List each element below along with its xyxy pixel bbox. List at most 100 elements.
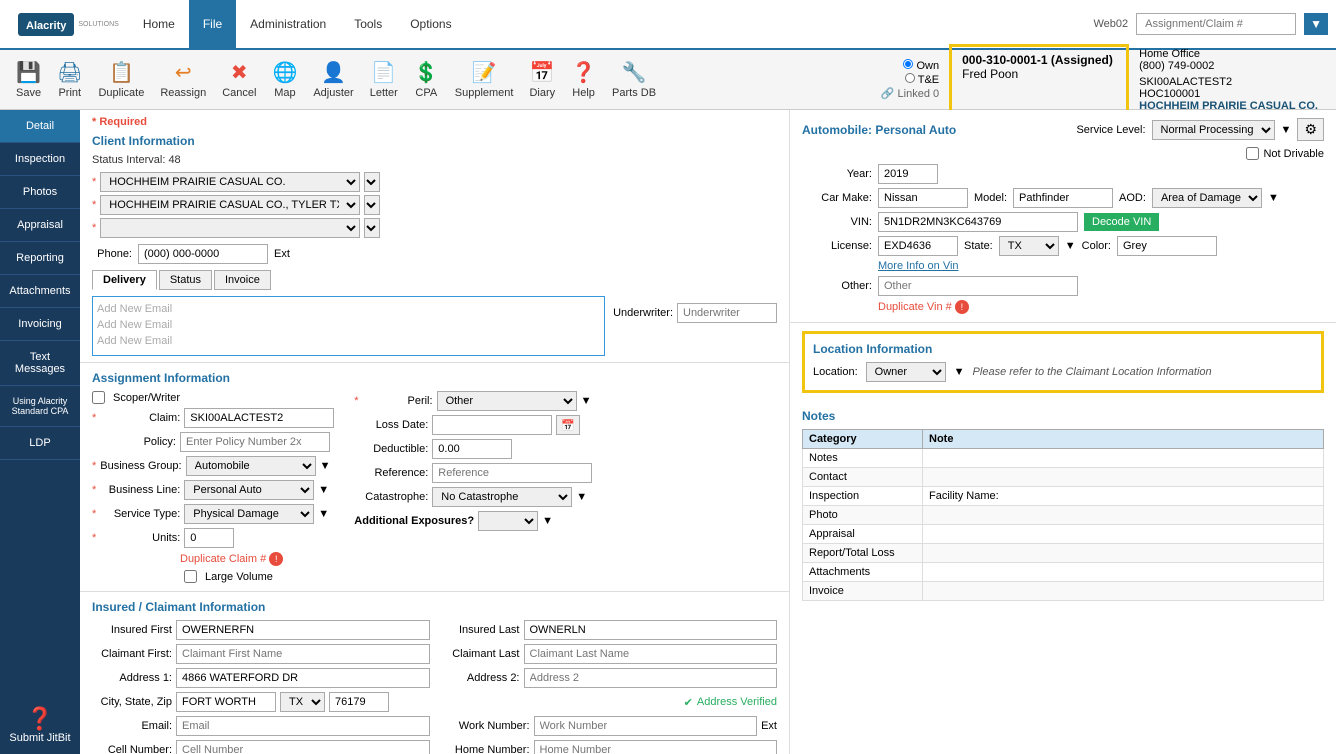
- sidebar-item-alacrity-cpa[interactable]: Using Alacrity Standard CPA: [0, 386, 80, 427]
- model-input[interactable]: [1013, 188, 1113, 208]
- print-button[interactable]: 🖨 Print: [49, 56, 90, 103]
- company1-dropdown[interactable]: ▼: [364, 172, 380, 192]
- service-level-select[interactable]: Normal Processing: [1152, 120, 1275, 140]
- cancel-button[interactable]: ✖ Cancel: [214, 56, 264, 103]
- not-drivable-checkbox[interactable]: [1246, 147, 1259, 160]
- sidebar-item-reporting[interactable]: Reporting: [0, 242, 80, 275]
- claimant-last-input[interactable]: [524, 644, 778, 664]
- more-info-vin-link[interactable]: More Info on Vin: [878, 260, 959, 272]
- sidebar-item-attachments[interactable]: Attachments: [0, 275, 80, 308]
- address2-input[interactable]: [524, 668, 778, 688]
- sidebar-item-invoicing[interactable]: Invoicing: [0, 308, 80, 341]
- note-content[interactable]: [923, 506, 1324, 525]
- cpa-button[interactable]: 💲 CPA: [406, 56, 447, 103]
- tab-status[interactable]: Status: [159, 270, 212, 290]
- note-content[interactable]: Facility Name:: [923, 487, 1324, 506]
- supplement-button[interactable]: 📝 Supplement: [447, 56, 522, 103]
- diary-button[interactable]: 📅 Diary: [521, 56, 563, 103]
- loss-date-input[interactable]: [432, 415, 552, 435]
- car-make-input[interactable]: [878, 188, 968, 208]
- zip-input[interactable]: [329, 692, 389, 712]
- insured-last-input[interactable]: [524, 620, 778, 640]
- company1-select[interactable]: HOCHHEIM PRAIRIE CASUAL CO.: [100, 172, 360, 192]
- insured-last-label: Insured Last: [440, 624, 520, 636]
- additional-exposures-select[interactable]: [478, 511, 538, 531]
- decode-vin-button[interactable]: Decode VIN: [1084, 213, 1159, 231]
- note-content[interactable]: [923, 525, 1324, 544]
- sidebar-item-appraisal[interactable]: Appraisal: [0, 209, 80, 242]
- address1-input[interactable]: [176, 668, 430, 688]
- state-auto-select[interactable]: TX: [999, 236, 1059, 256]
- note-content[interactable]: [923, 449, 1324, 468]
- company2-select[interactable]: HOCHHEIM PRAIRIE CASUAL CO., TYLER TX...: [100, 195, 360, 215]
- business-group-select[interactable]: Automobile: [186, 456, 316, 476]
- search-dropdown-btn[interactable]: ▼: [1304, 13, 1328, 35]
- company2-dropdown[interactable]: ▼: [364, 195, 380, 215]
- map-button[interactable]: 🌐 Map: [264, 56, 305, 103]
- units-input[interactable]: [184, 528, 234, 548]
- note-content[interactable]: [923, 544, 1324, 563]
- peril-select[interactable]: Other: [437, 391, 577, 411]
- state-select[interactable]: TX: [280, 692, 325, 712]
- reassign-button[interactable]: ↩ Reassign: [152, 56, 214, 103]
- large-volume-checkbox[interactable]: [184, 570, 197, 583]
- reference-input[interactable]: [432, 463, 592, 483]
- sidebar-item-inspection[interactable]: Inspection: [0, 143, 80, 176]
- license-input[interactable]: [878, 236, 958, 256]
- letter-button[interactable]: 📄 Letter: [362, 56, 406, 103]
- parts-db-button[interactable]: 🔧 Parts DB: [604, 56, 664, 103]
- catastrophe-select[interactable]: No Catastrophe: [432, 487, 572, 507]
- nav-file[interactable]: File: [189, 0, 236, 48]
- aod-select[interactable]: Area of Damage: [1152, 188, 1262, 208]
- help-button[interactable]: ❓ Help: [563, 56, 604, 103]
- company3-dropdown[interactable]: ▼: [364, 218, 380, 238]
- insured-first-input[interactable]: [176, 620, 430, 640]
- search-input[interactable]: [1136, 13, 1296, 35]
- duplicate-button[interactable]: 📋 Duplicate: [90, 56, 152, 103]
- phone-input[interactable]: [138, 244, 268, 264]
- submit-jitbit-label: Submit JitBit: [9, 732, 70, 744]
- scoper-checkbox[interactable]: [92, 391, 105, 404]
- service-type-select[interactable]: Physical Damage: [184, 504, 314, 524]
- claim-input[interactable]: [184, 408, 334, 428]
- color-input[interactable]: [1117, 236, 1217, 256]
- save-button[interactable]: 💾 Save: [8, 56, 49, 103]
- location-select[interactable]: Owner: [866, 362, 946, 382]
- note-content[interactable]: [923, 468, 1324, 487]
- submit-jitbit[interactable]: ❓ Submit JitBit: [5, 696, 74, 754]
- duplicate-vin-info-icon[interactable]: !: [955, 300, 969, 314]
- loss-date-calendar-btn[interactable]: 📅: [556, 415, 580, 435]
- nav-tools[interactable]: Tools: [340, 0, 396, 48]
- sidebar-item-photos[interactable]: Photos: [0, 176, 80, 209]
- nav-home[interactable]: Home: [129, 0, 189, 48]
- tab-delivery[interactable]: Delivery: [92, 270, 157, 290]
- duplicate-claim-info-icon[interactable]: !: [269, 552, 283, 566]
- underwriter-input[interactable]: [677, 303, 777, 323]
- cell-input[interactable]: [176, 740, 430, 754]
- email-input[interactable]: [176, 716, 430, 736]
- sidebar-item-ldp[interactable]: LDP: [0, 427, 80, 460]
- settings-icon-btn[interactable]: ⚙: [1297, 118, 1324, 141]
- table-row: Appraisal: [803, 525, 1324, 544]
- year-label: Year:: [802, 168, 872, 180]
- policy-input[interactable]: [180, 432, 330, 452]
- home-number-input[interactable]: [534, 740, 778, 754]
- adjuster-button[interactable]: 👤 Adjuster: [305, 56, 361, 103]
- deductible-input[interactable]: [432, 439, 512, 459]
- business-line-select[interactable]: Personal Auto: [184, 480, 314, 500]
- company3-select[interactable]: [100, 218, 360, 238]
- claimant-first-input[interactable]: [176, 644, 430, 664]
- notes-header-note: Note: [923, 430, 1324, 449]
- sidebar-item-text-messages[interactable]: Text Messages: [0, 341, 80, 386]
- other-auto-input[interactable]: [878, 276, 1078, 296]
- city-input[interactable]: [176, 692, 276, 712]
- tab-invoice[interactable]: Invoice: [214, 270, 271, 290]
- sidebar-item-detail[interactable]: Detail: [0, 110, 80, 143]
- work-number-input[interactable]: [534, 716, 758, 736]
- vin-input[interactable]: [878, 212, 1078, 232]
- note-content[interactable]: [923, 582, 1324, 601]
- nav-options[interactable]: Options: [396, 0, 465, 48]
- note-content[interactable]: [923, 563, 1324, 582]
- nav-administration[interactable]: Administration: [236, 0, 340, 48]
- year-input[interactable]: [878, 164, 938, 184]
